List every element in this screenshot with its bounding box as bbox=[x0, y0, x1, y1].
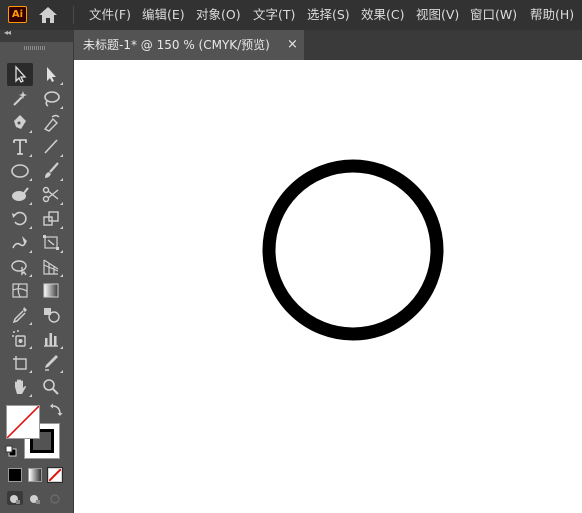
symbol-sprayer-tool-icon bbox=[12, 330, 26, 347]
slice-tool-button[interactable] bbox=[38, 351, 64, 374]
close-tab-icon[interactable]: × bbox=[287, 30, 298, 60]
illustrator-logo: Ai bbox=[8, 6, 27, 23]
scale-tool-button[interactable] bbox=[38, 207, 64, 230]
document-tab-bar: 未标题-1* @ 150 % (CMYK/预览) × bbox=[74, 30, 582, 60]
shaper-tool-button[interactable] bbox=[7, 183, 33, 206]
scale-tool-icon bbox=[43, 211, 59, 226]
eyedropper-tool-button[interactable] bbox=[7, 303, 33, 326]
color-mode-button[interactable] bbox=[8, 468, 22, 482]
type-tool-icon bbox=[13, 139, 27, 155]
artboard-tool-button[interactable] bbox=[7, 351, 33, 374]
menu-object[interactable]: 对象(O) bbox=[196, 0, 241, 30]
draw-inside-button[interactable] bbox=[47, 491, 63, 505]
ellipse-tool-icon bbox=[11, 164, 29, 178]
column-graph-tool-button[interactable] bbox=[38, 327, 64, 350]
line-segment-tool-button[interactable] bbox=[38, 135, 64, 158]
home-icon bbox=[39, 7, 57, 23]
pen-tool-icon bbox=[14, 115, 26, 129]
selection-tool-button[interactable] bbox=[7, 63, 33, 86]
pen-tool-button[interactable] bbox=[7, 111, 33, 134]
lasso-tool-button[interactable] bbox=[38, 87, 64, 110]
lasso-tool-icon bbox=[44, 91, 60, 107]
tools-panel-header[interactable]: ◂◂ bbox=[0, 28, 73, 42]
draw-behind-button[interactable] bbox=[27, 491, 43, 505]
home-button[interactable] bbox=[36, 5, 60, 25]
none-mode-button[interactable] bbox=[47, 467, 63, 483]
circle-shape[interactable] bbox=[262, 159, 444, 341]
draw-inside-icon bbox=[50, 494, 60, 504]
curvature-tool-icon bbox=[43, 114, 60, 132]
menu-window[interactable]: 窗口(W) bbox=[470, 0, 517, 30]
artboard-tool-icon bbox=[13, 356, 27, 370]
slice-tool-icon bbox=[45, 355, 58, 371]
draw-behind-icon bbox=[30, 495, 40, 504]
shaper-tool-icon bbox=[12, 187, 29, 201]
menu-effect[interactable]: 效果(C) bbox=[361, 0, 404, 30]
document-tab-title: 未标题-1* @ 150 % (CMYK/预览) bbox=[83, 38, 270, 52]
draw-normal-button[interactable] bbox=[7, 491, 23, 505]
draw-normal-icon bbox=[10, 495, 20, 504]
paintbrush-tool-icon bbox=[45, 162, 59, 178]
rotate-tool-button[interactable] bbox=[7, 207, 33, 230]
scissors-tool-icon bbox=[42, 186, 59, 203]
line-segment-tool-icon bbox=[44, 139, 58, 154]
hand-tool-icon bbox=[15, 379, 26, 394]
magic-wand-tool-button[interactable] bbox=[7, 87, 33, 110]
menu-bar: Ai 文件(F) 编辑(E) 对象(O) 文字(T) 选择(S) 效果(C) 视… bbox=[0, 0, 582, 30]
default-fill-stroke-icon[interactable] bbox=[5, 445, 17, 457]
curvature-tool-button[interactable] bbox=[38, 111, 64, 134]
menu-view[interactable]: 视图(V) bbox=[416, 0, 459, 30]
gradient-mode-button[interactable] bbox=[28, 468, 42, 482]
rotate-tool-icon bbox=[12, 211, 27, 226]
blend-tool-icon bbox=[44, 308, 60, 323]
none-fill-icon bbox=[7, 406, 39, 438]
menu-file[interactable]: 文件(F) bbox=[89, 0, 131, 30]
warp-tool-button[interactable] bbox=[7, 231, 33, 254]
mesh-tool-button[interactable] bbox=[7, 279, 33, 302]
free-transform-tool-icon bbox=[43, 235, 59, 250]
direct-selection-tool-icon bbox=[47, 67, 56, 82]
warp-tool-icon bbox=[12, 236, 27, 249]
free-transform-tool-button[interactable] bbox=[38, 231, 64, 254]
panel-grip[interactable] bbox=[24, 46, 46, 50]
direct-selection-tool-button[interactable] bbox=[38, 63, 64, 86]
document-tab[interactable]: 未标题-1* @ 150 % (CMYK/预览) × bbox=[74, 30, 304, 60]
menu-type[interactable]: 文字(T) bbox=[253, 0, 295, 30]
zoom-tool-button[interactable] bbox=[38, 375, 64, 398]
type-tool-button[interactable] bbox=[7, 135, 33, 158]
shape-builder-tool-button[interactable] bbox=[7, 255, 33, 278]
menu-help[interactable]: 帮助(H) bbox=[530, 0, 574, 30]
zoom-tool-icon bbox=[43, 379, 59, 395]
gradient-tool-button[interactable] bbox=[38, 279, 64, 302]
fill-swatch[interactable] bbox=[6, 405, 40, 439]
mesh-tool-icon bbox=[12, 283, 28, 298]
eyedropper-tool-icon bbox=[12, 307, 27, 324]
blend-tool-button[interactable] bbox=[38, 303, 64, 326]
paintbrush-tool-button[interactable] bbox=[38, 159, 64, 182]
symbol-sprayer-tool-button[interactable] bbox=[7, 327, 33, 350]
swap-fill-stroke-icon[interactable] bbox=[49, 403, 63, 417]
hand-tool-button[interactable] bbox=[7, 375, 33, 398]
ellipse-tool-button[interactable] bbox=[7, 159, 33, 182]
menu-select[interactable]: 选择(S) bbox=[307, 0, 350, 30]
collapse-panel-icon[interactable]: ◂◂ bbox=[4, 28, 11, 37]
scissors-tool-button[interactable] bbox=[38, 183, 64, 206]
perspective-grid-tool-icon bbox=[43, 259, 59, 275]
shape-builder-tool-icon bbox=[11, 260, 27, 276]
perspective-grid-tool-button[interactable] bbox=[38, 255, 64, 278]
none-icon bbox=[49, 469, 61, 481]
selection-tool-icon bbox=[15, 65, 27, 83]
menu-divider bbox=[73, 6, 74, 24]
magic-wand-tool-icon bbox=[13, 91, 27, 106]
artboard-canvas[interactable] bbox=[74, 60, 582, 513]
menu-edit[interactable]: 编辑(E) bbox=[142, 0, 185, 30]
gradient-tool-icon bbox=[43, 283, 59, 298]
column-graph-tool-icon bbox=[44, 333, 58, 347]
